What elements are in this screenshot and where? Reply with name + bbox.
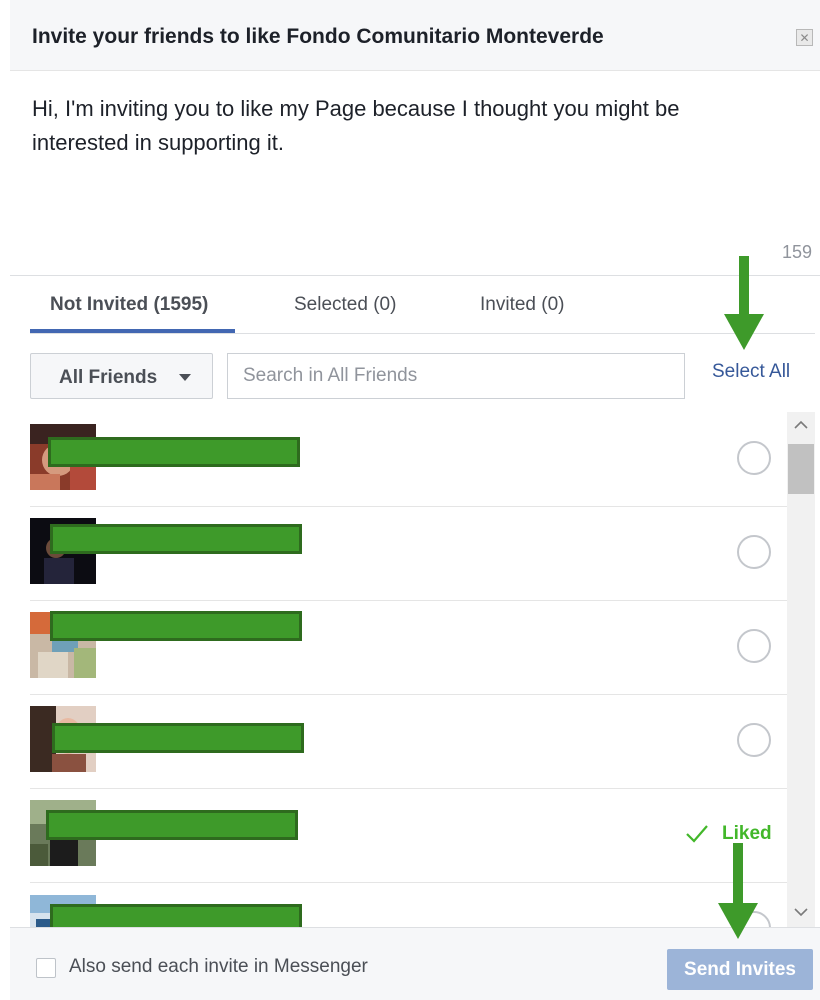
send-invites-button[interactable]: Send Invites: [667, 949, 813, 990]
redacted-name: [52, 723, 304, 753]
select-all-link[interactable]: Select All: [712, 361, 790, 383]
messenger-checkbox-label: Also send each invite in Messenger: [69, 956, 368, 977]
tab-not-invited[interactable]: Not Invited (1595): [50, 294, 208, 316]
dialog-header: Invite your friends to like Fondo Comuni…: [10, 0, 820, 71]
messenger-checkbox[interactable]: [36, 958, 56, 978]
search-input[interactable]: [227, 353, 685, 399]
scroll-down-icon[interactable]: [787, 899, 815, 925]
liked-label: Liked: [722, 823, 772, 844]
dialog-title: Invite your friends to like Fondo Comuni…: [32, 25, 604, 48]
tab-invited[interactable]: Invited (0): [480, 294, 564, 316]
select-radio[interactable]: [737, 629, 771, 663]
redacted-name: [48, 437, 300, 467]
invite-dialog: Invite your friends to like Fondo Comuni…: [10, 0, 820, 1000]
friends-list: Liked: [10, 412, 820, 927]
list-item[interactable]: [30, 506, 787, 601]
list-item[interactable]: [30, 882, 787, 927]
tab-selected[interactable]: Selected (0): [294, 294, 396, 316]
list-item[interactable]: [30, 412, 787, 507]
list-item: Liked: [30, 788, 787, 883]
scroll-up-icon[interactable]: [787, 412, 815, 438]
close-icon[interactable]: ✕: [796, 29, 813, 46]
redacted-name: [46, 810, 298, 840]
list-scrollbar[interactable]: [787, 412, 815, 927]
annotation-arrow-icon: [718, 843, 758, 939]
dropdown-label: All Friends: [59, 367, 158, 388]
tab-bar: Not Invited (1595) Selected (0) Invited …: [30, 276, 815, 334]
list-item[interactable]: [30, 600, 787, 695]
check-icon: [686, 825, 708, 843]
redacted-name: [50, 524, 302, 554]
active-tab-indicator: [30, 329, 235, 333]
redacted-name: [50, 611, 302, 641]
select-radio[interactable]: [737, 535, 771, 569]
annotation-arrow-icon: [724, 256, 764, 350]
caret-down-icon: [179, 374, 191, 381]
scroll-thumb[interactable]: [788, 444, 814, 494]
dialog-footer: Also send each invite in Messenger Send …: [10, 927, 820, 1000]
friends-filter-dropdown[interactable]: All Friends: [30, 353, 213, 399]
list-item[interactable]: [30, 694, 787, 789]
char-count: 159: [782, 242, 813, 262]
select-radio[interactable]: [737, 441, 771, 475]
redacted-name: [50, 904, 302, 927]
select-radio[interactable]: [737, 723, 771, 757]
invite-message[interactable]: Hi, I'm inviting you to like my Page bec…: [32, 92, 772, 160]
